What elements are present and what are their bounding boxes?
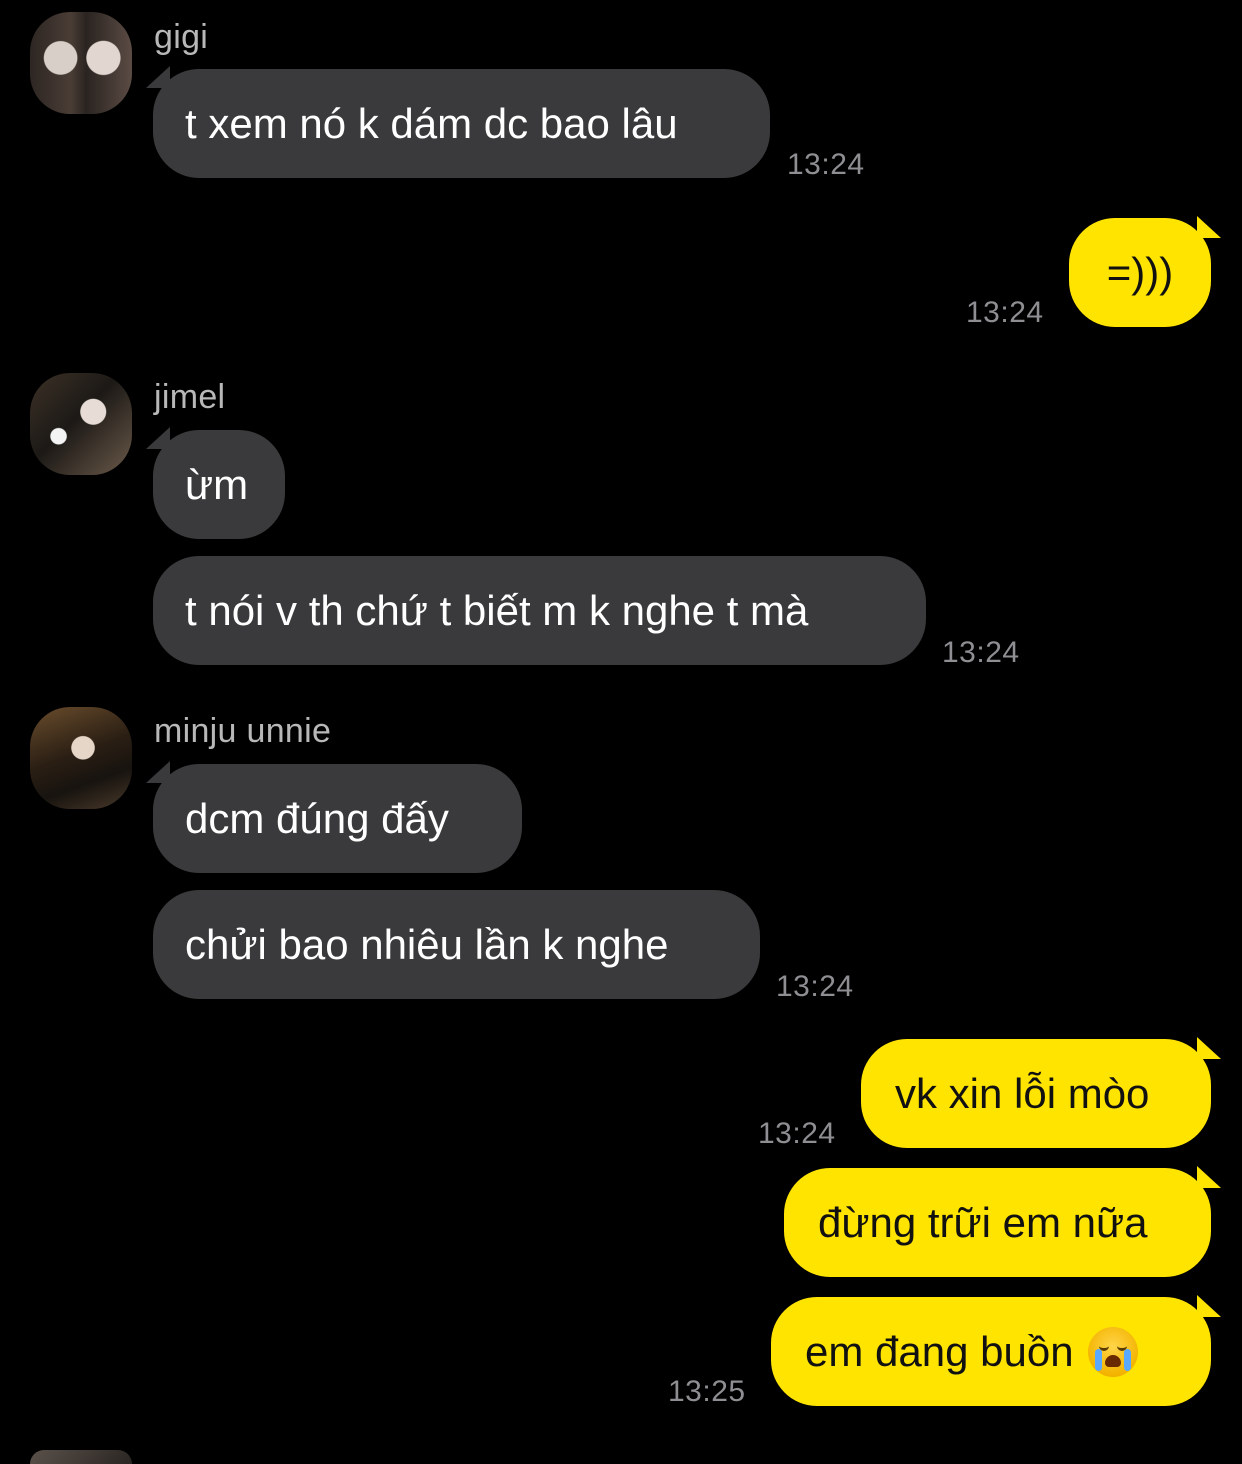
bubble-tail — [1197, 216, 1221, 238]
bubble-tail — [1197, 1037, 1221, 1059]
message-text: em đang buồn — [805, 1327, 1074, 1375]
avatar[interactable] — [30, 1450, 132, 1464]
sender-name: gigi — [154, 18, 209, 56]
bubble-tail — [1197, 1295, 1221, 1317]
timestamp: 13:25 — [668, 1375, 746, 1408]
incoming-message[interactable]: ừm — [153, 430, 285, 539]
chat-thread: gigi t xem nó k dám dc bao lâu 13:24 =))… — [0, 0, 1242, 1464]
outgoing-message[interactable]: vk xin lỗi mòo — [861, 1039, 1211, 1148]
timestamp: 13:24 — [942, 636, 1020, 669]
bubble-tail — [1197, 1166, 1221, 1188]
outgoing-message[interactable]: đừng trữi em nữa — [784, 1168, 1211, 1277]
incoming-message[interactable]: chửi bao nhiêu lần k nghe — [153, 890, 760, 999]
sender-name: jimel — [154, 378, 226, 416]
avatar-minju-unnie[interactable] — [30, 707, 132, 809]
incoming-message[interactable]: dcm đúng đấy — [153, 764, 522, 873]
outgoing-message[interactable]: em đang buồn — [771, 1297, 1211, 1406]
timestamp: 13:24 — [776, 970, 854, 1003]
avatar-jimel[interactable] — [30, 373, 132, 475]
timestamp: 13:24 — [787, 148, 865, 181]
timestamp: 13:24 — [966, 296, 1044, 329]
incoming-message[interactable]: t nói v th chứ t biết m k nghe t mà — [153, 556, 926, 665]
sender-name: minju unnie — [154, 712, 332, 750]
loudly-crying-face-icon — [1087, 1326, 1138, 1377]
avatar-gigi[interactable] — [30, 12, 132, 114]
outgoing-message[interactable]: =))) — [1069, 218, 1211, 327]
incoming-message[interactable]: t xem nó k dám dc bao lâu — [153, 69, 770, 178]
timestamp: 13:24 — [758, 1117, 836, 1150]
